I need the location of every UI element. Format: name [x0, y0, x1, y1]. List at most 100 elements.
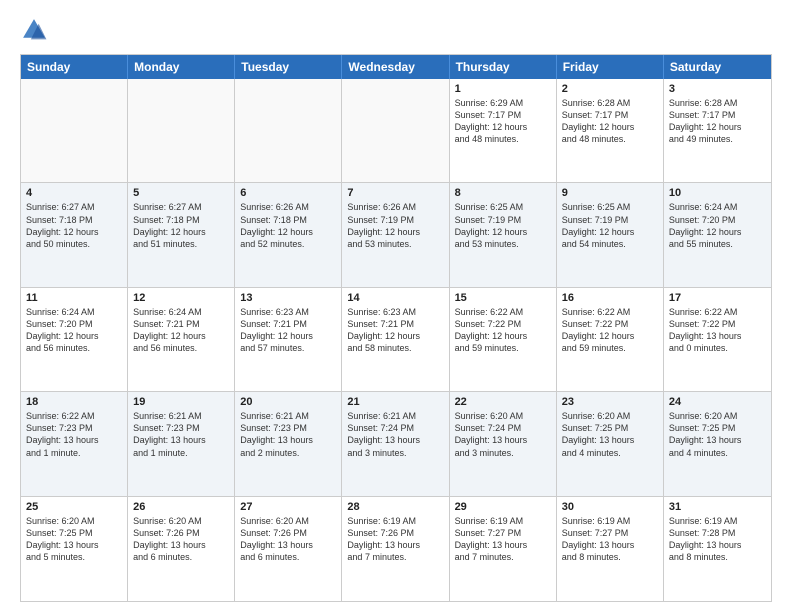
- day-info: Sunrise: 6:19 AM Sunset: 7:26 PM Dayligh…: [347, 515, 443, 564]
- day-number: 20: [240, 396, 336, 408]
- calendar-week-5: 25 Sunrise: 6:20 AM Sunset: 7:25 PM Dayli…: [21, 497, 771, 601]
- calendar-body: 1Sunrise: 6:29 AM Sunset: 7:17 PM Daylig…: [21, 79, 771, 601]
- day-info: Sunrise: 6:20 AM Sunset: 7:26 PM Dayligh…: [240, 515, 336, 564]
- day-number: 26: [133, 501, 229, 513]
- page: SundayMondayTuesdayWednesdayThursdayFrid…: [0, 0, 792, 612]
- calendar-cell: 2 Sunrise: 6:28 AM Sunset: 7:17 PM Daylig…: [557, 79, 664, 182]
- day-number: 25: [26, 501, 122, 513]
- day-info: Sunrise: 6:26 AM Sunset: 7:18 PM Dayligh…: [240, 201, 336, 250]
- calendar-cell: 16 Sunrise: 6:22 AM Sunset: 7:22 PM Dayli…: [557, 288, 664, 391]
- day-info: Sunrise: 6:22 AM Sunset: 7:22 PM Dayligh…: [455, 306, 551, 355]
- calendar-cell: 17 Sunrise: 6:22 AM Sunset: 7:22 PM Dayli…: [664, 288, 771, 391]
- calendar-cell: 20 Sunrise: 6:21 AM Sunset: 7:23 PM Dayli…: [235, 392, 342, 495]
- calendar-cell: 31Sunrise: 6:19 AM Sunset: 7:28 PM Dayli…: [664, 497, 771, 601]
- header-day-thursday: Thursday: [450, 55, 557, 79]
- day-info: Sunrise: 6:19 AM Sunset: 7:27 PM Dayligh…: [455, 515, 551, 564]
- calendar-week-4: 18Sunrise: 6:22 AM Sunset: 7:23 PM Dayli…: [21, 392, 771, 496]
- calendar-cell: 10 Sunrise: 6:24 AM Sunset: 7:20 PM Dayli…: [664, 183, 771, 286]
- day-number: 27: [240, 501, 336, 513]
- day-number: 16: [562, 292, 658, 304]
- header-day-friday: Friday: [557, 55, 664, 79]
- day-number: 5: [133, 187, 229, 199]
- day-info: Sunrise: 6:22 AM Sunset: 7:22 PM Dayligh…: [669, 306, 766, 355]
- calendar-cell: 23 Sunrise: 6:20 AM Sunset: 7:25 PM Dayli…: [557, 392, 664, 495]
- day-number: 3: [669, 83, 766, 95]
- day-info: Sunrise: 6:25 AM Sunset: 7:19 PM Dayligh…: [455, 201, 551, 250]
- calendar-cell: 27 Sunrise: 6:20 AM Sunset: 7:26 PM Dayli…: [235, 497, 342, 601]
- calendar-cell: 18Sunrise: 6:22 AM Sunset: 7:23 PM Dayli…: [21, 392, 128, 495]
- calendar-cell: 30Sunrise: 6:19 AM Sunset: 7:27 PM Dayli…: [557, 497, 664, 601]
- header-day-monday: Monday: [128, 55, 235, 79]
- calendar-cell: 13Sunrise: 6:23 AM Sunset: 7:21 PM Dayli…: [235, 288, 342, 391]
- day-info: Sunrise: 6:24 AM Sunset: 7:20 PM Dayligh…: [26, 306, 122, 355]
- calendar-cell: [342, 79, 449, 182]
- calendar-cell: 24Sunrise: 6:20 AM Sunset: 7:25 PM Dayli…: [664, 392, 771, 495]
- calendar-cell: [235, 79, 342, 182]
- header-day-tuesday: Tuesday: [235, 55, 342, 79]
- header-day-sunday: Sunday: [21, 55, 128, 79]
- calendar-cell: 19Sunrise: 6:21 AM Sunset: 7:23 PM Dayli…: [128, 392, 235, 495]
- day-number: 23: [562, 396, 658, 408]
- calendar-cell: [21, 79, 128, 182]
- calendar-week-3: 11 Sunrise: 6:24 AM Sunset: 7:20 PM Dayli…: [21, 288, 771, 392]
- day-number: 14: [347, 292, 443, 304]
- day-info: Sunrise: 6:27 AM Sunset: 7:18 PM Dayligh…: [26, 201, 122, 250]
- day-number: 8: [455, 187, 551, 199]
- day-number: 17: [669, 292, 766, 304]
- calendar-cell: 5 Sunrise: 6:27 AM Sunset: 7:18 PM Daylig…: [128, 183, 235, 286]
- day-number: 24: [669, 396, 766, 408]
- header-day-saturday: Saturday: [664, 55, 771, 79]
- calendar-cell: 25 Sunrise: 6:20 AM Sunset: 7:25 PM Dayli…: [21, 497, 128, 601]
- calendar-cell: 8 Sunrise: 6:25 AM Sunset: 7:19 PM Daylig…: [450, 183, 557, 286]
- day-info: Sunrise: 6:21 AM Sunset: 7:23 PM Dayligh…: [240, 410, 336, 459]
- day-number: 4: [26, 187, 122, 199]
- day-number: 28: [347, 501, 443, 513]
- day-info: Sunrise: 6:19 AM Sunset: 7:27 PM Dayligh…: [562, 515, 658, 564]
- calendar-cell: 29 Sunrise: 6:19 AM Sunset: 7:27 PM Dayli…: [450, 497, 557, 601]
- day-info: Sunrise: 6:29 AM Sunset: 7:17 PM Dayligh…: [455, 97, 551, 146]
- calendar-cell: 9 Sunrise: 6:25 AM Sunset: 7:19 PM Daylig…: [557, 183, 664, 286]
- day-number: 11: [26, 292, 122, 304]
- day-number: 31: [669, 501, 766, 513]
- calendar-cell: 15 Sunrise: 6:22 AM Sunset: 7:22 PM Dayli…: [450, 288, 557, 391]
- day-info: Sunrise: 6:20 AM Sunset: 7:25 PM Dayligh…: [562, 410, 658, 459]
- header: [20, 16, 772, 44]
- logo: [20, 16, 52, 44]
- day-info: Sunrise: 6:27 AM Sunset: 7:18 PM Dayligh…: [133, 201, 229, 250]
- day-number: 10: [669, 187, 766, 199]
- calendar-cell: 22 Sunrise: 6:20 AM Sunset: 7:24 PM Dayli…: [450, 392, 557, 495]
- day-info: Sunrise: 6:20 AM Sunset: 7:24 PM Dayligh…: [455, 410, 551, 459]
- day-info: Sunrise: 6:21 AM Sunset: 7:23 PM Dayligh…: [133, 410, 229, 459]
- calendar-cell: 21Sunrise: 6:21 AM Sunset: 7:24 PM Dayli…: [342, 392, 449, 495]
- day-info: Sunrise: 6:24 AM Sunset: 7:21 PM Dayligh…: [133, 306, 229, 355]
- day-number: 29: [455, 501, 551, 513]
- day-info: Sunrise: 6:25 AM Sunset: 7:19 PM Dayligh…: [562, 201, 658, 250]
- day-number: 12: [133, 292, 229, 304]
- calendar-cell: 3Sunrise: 6:28 AM Sunset: 7:17 PM Daylig…: [664, 79, 771, 182]
- day-info: Sunrise: 6:23 AM Sunset: 7:21 PM Dayligh…: [240, 306, 336, 355]
- calendar-cell: 14 Sunrise: 6:23 AM Sunset: 7:21 PM Dayli…: [342, 288, 449, 391]
- calendar-header: SundayMondayTuesdayWednesdayThursdayFrid…: [21, 55, 771, 79]
- day-number: 9: [562, 187, 658, 199]
- day-info: Sunrise: 6:22 AM Sunset: 7:22 PM Dayligh…: [562, 306, 658, 355]
- day-info: Sunrise: 6:28 AM Sunset: 7:17 PM Dayligh…: [562, 97, 658, 146]
- calendar-week-1: 1Sunrise: 6:29 AM Sunset: 7:17 PM Daylig…: [21, 79, 771, 183]
- day-info: Sunrise: 6:21 AM Sunset: 7:24 PM Dayligh…: [347, 410, 443, 459]
- day-info: Sunrise: 6:20 AM Sunset: 7:26 PM Dayligh…: [133, 515, 229, 564]
- calendar: SundayMondayTuesdayWednesdayThursdayFrid…: [20, 54, 772, 602]
- day-info: Sunrise: 6:23 AM Sunset: 7:21 PM Dayligh…: [347, 306, 443, 355]
- day-number: 2: [562, 83, 658, 95]
- header-day-wednesday: Wednesday: [342, 55, 449, 79]
- calendar-cell: 26 Sunrise: 6:20 AM Sunset: 7:26 PM Dayli…: [128, 497, 235, 601]
- calendar-cell: 1Sunrise: 6:29 AM Sunset: 7:17 PM Daylig…: [450, 79, 557, 182]
- day-info: Sunrise: 6:24 AM Sunset: 7:20 PM Dayligh…: [669, 201, 766, 250]
- calendar-cell: 4 Sunrise: 6:27 AM Sunset: 7:18 PM Daylig…: [21, 183, 128, 286]
- calendar-cell: 6Sunrise: 6:26 AM Sunset: 7:18 PM Daylig…: [235, 183, 342, 286]
- day-number: 15: [455, 292, 551, 304]
- day-info: Sunrise: 6:20 AM Sunset: 7:25 PM Dayligh…: [26, 515, 122, 564]
- day-number: 18: [26, 396, 122, 408]
- logo-icon: [20, 16, 48, 44]
- calendar-cell: [128, 79, 235, 182]
- day-number: 22: [455, 396, 551, 408]
- day-number: 7: [347, 187, 443, 199]
